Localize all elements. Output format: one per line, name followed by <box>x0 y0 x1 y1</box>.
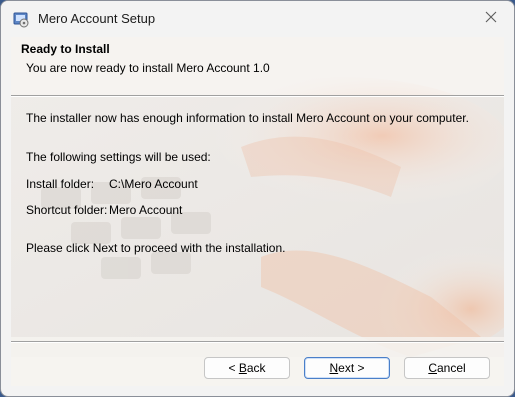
back-button-prefix: < <box>228 361 239 375</box>
header-divider <box>11 95 504 97</box>
back-button-accel: B <box>238 361 247 375</box>
next-button-accel: N <box>329 361 339 375</box>
installer-app-icon <box>12 10 30 28</box>
close-icon <box>485 10 497 28</box>
install-folder-value: C:\Mero Account <box>109 177 198 191</box>
back-button-rest: ack <box>246 361 266 375</box>
back-button[interactable]: < Back <box>204 357 290 379</box>
wizard-header: Ready to Install You are now ready to in… <box>11 37 504 95</box>
close-button[interactable] <box>468 1 514 37</box>
shortcut-folder-value: Mero Account <box>109 203 183 217</box>
cancel-button-rest: ancel <box>436 361 466 375</box>
cancel-button[interactable]: Cancel <box>404 357 490 379</box>
wizard-client-area: Ready to Install You are now ready to in… <box>11 37 504 386</box>
next-button-rest: ext > <box>338 361 365 375</box>
cancel-button-accel: C <box>428 361 437 375</box>
settings-heading: The following settings will be used: <box>26 150 211 164</box>
window-title: Mero Account Setup <box>38 11 156 26</box>
footer-divider <box>11 341 504 343</box>
shortcut-folder-label: Shortcut folder: <box>26 203 108 217</box>
install-folder-label: Install folder: <box>26 177 95 191</box>
proceed-instruction: Please click Next to proceed with the in… <box>26 241 286 255</box>
setup-window: Mero Account Setup Ready to Install You … <box>0 0 515 397</box>
next-button[interactable]: Next > <box>304 357 390 379</box>
header-subtitle: You are now ready to install Mero Accoun… <box>26 61 270 75</box>
header-title: Ready to Install <box>21 42 110 56</box>
title-bar[interactable]: Mero Account Setup <box>1 1 514 37</box>
intro-text: The installer now has enough information… <box>26 111 469 125</box>
